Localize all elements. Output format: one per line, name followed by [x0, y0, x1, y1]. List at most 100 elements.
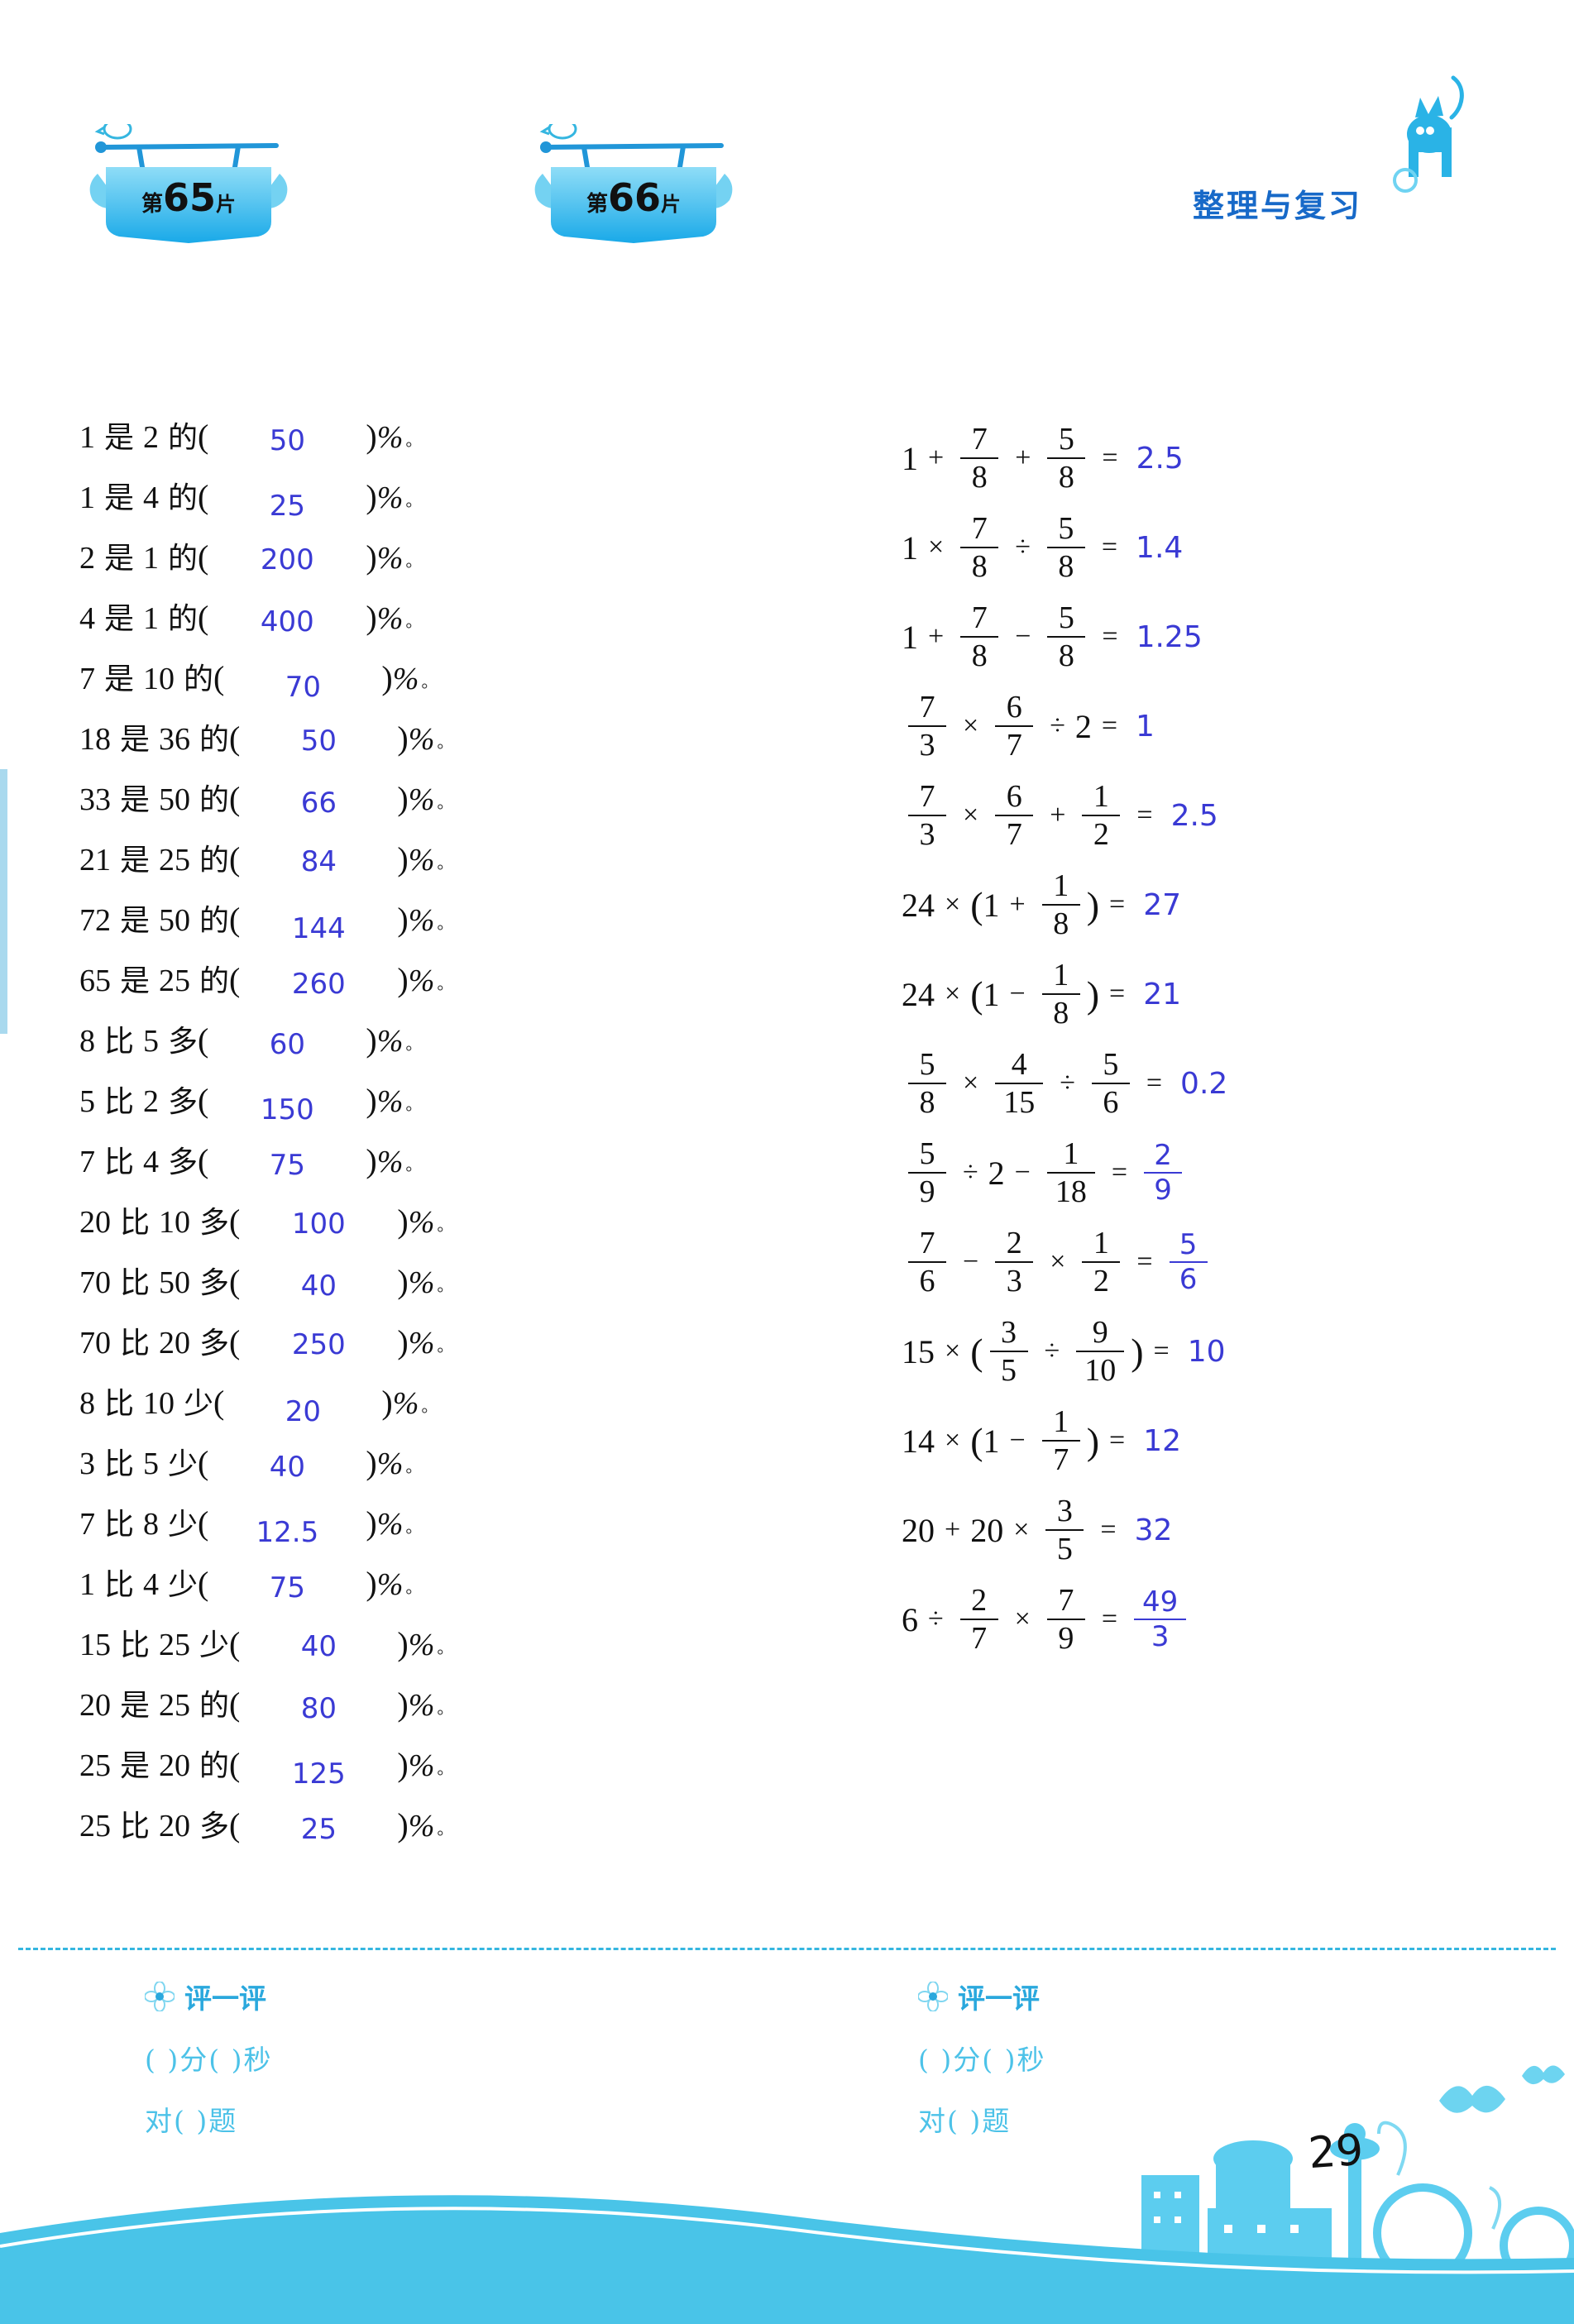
evaluation-title-row: 评一评: [918, 1977, 1045, 2016]
operator: −: [963, 1246, 979, 1277]
page-edge-mark: [0, 769, 7, 1034]
answer-value: 12.5: [256, 1516, 319, 1549]
denominator: 6: [1103, 1085, 1119, 1120]
close-paren: ): [397, 720, 409, 757]
comparison-word: 多: [168, 1145, 199, 1179]
answer-blank[interactable]: 75: [208, 1569, 366, 1604]
operator: −: [1009, 1425, 1026, 1456]
operand: 1: [902, 439, 918, 477]
answer-blank[interactable]: 75: [208, 1146, 366, 1182]
operator: ×: [1014, 1604, 1031, 1634]
answer-blank[interactable]: 25: [240, 1810, 397, 1846]
numerator: 49: [1142, 1585, 1179, 1619]
answer-value[interactable]: 27: [1143, 888, 1181, 922]
open-paren: (: [229, 1746, 241, 1783]
fraction-equation-row: 1 +7 8−5 8 = 1.25: [902, 592, 1530, 681]
operator: ×: [963, 800, 979, 830]
answer-blank[interactable]: 20: [224, 1388, 381, 1428]
answer-blank[interactable]: 400: [208, 603, 366, 638]
answer-blank[interactable]: 260: [240, 965, 397, 1001]
denominator: 9: [1154, 1174, 1172, 1207]
answer-value[interactable]: 1.4: [1136, 531, 1183, 565]
numerator: 5: [919, 1136, 935, 1171]
percent-question-row: 8 比 10 少(20)%。: [79, 1380, 691, 1440]
operator: ÷: [963, 1157, 978, 1188]
answer-blank[interactable]: 66: [240, 784, 397, 820]
answer-blank[interactable]: 125: [240, 1750, 397, 1791]
open-paren: (: [198, 538, 209, 576]
fraction-bar: [1047, 457, 1086, 459]
comparison-word: 多: [168, 1025, 199, 1059]
answer-blank[interactable]: 150: [208, 1086, 366, 1126]
answer-blank[interactable]: 12.5: [208, 1509, 366, 1549]
badge-label-65: 第65片: [81, 175, 296, 220]
answer-value[interactable]: 2.5: [1171, 799, 1218, 833]
open-paren: (: [198, 599, 209, 636]
answer-blank[interactable]: 100: [240, 1207, 397, 1241]
answer-value[interactable]: 0.2: [1180, 1067, 1227, 1101]
equals-sign: =: [1101, 532, 1118, 562]
percent-question-row: 3 比 5 少(40)%。: [79, 1440, 691, 1500]
answer-blank[interactable]: 250: [240, 1327, 397, 1361]
fraction: 58: [1047, 602, 1086, 672]
operand: 1: [983, 1422, 1000, 1460]
answer-blank[interactable]: 40: [240, 1629, 397, 1663]
fraction-bar: [995, 815, 1034, 816]
operand-b: 25: [159, 1688, 191, 1723]
answer-blank[interactable]: 40: [240, 1267, 397, 1303]
fraction-bar: [1047, 636, 1086, 638]
equals-sign: =: [1101, 710, 1118, 741]
paren: ): [1086, 883, 1100, 926]
fraction-bar: [1041, 1440, 1080, 1442]
answer-blank[interactable]: 70: [224, 663, 381, 704]
answer-blank[interactable]: 25: [208, 482, 366, 523]
answer-blank[interactable]: 49 3: [1127, 1585, 1193, 1651]
answer-blank[interactable]: 144: [240, 905, 397, 945]
answer-value[interactable]: 10: [1188, 1335, 1226, 1369]
open-paren: (: [198, 1565, 209, 1602]
answer-blank[interactable]: 50: [208, 422, 366, 457]
answer-blank[interactable]: 29: [1137, 1138, 1189, 1207]
answer-value[interactable]: 12: [1143, 1424, 1181, 1458]
numerator: 5: [1103, 1046, 1119, 1082]
comparison-word: 的: [184, 662, 214, 696]
denominator: 8: [1053, 906, 1069, 941]
percent-question-row: 72 是 50 的(144)%。: [79, 897, 691, 957]
denominator: 3: [1006, 1264, 1022, 1298]
close-paren: ): [381, 659, 393, 696]
percent-sign: %: [376, 1447, 404, 1481]
paren: (: [970, 883, 983, 926]
full-stop: 。: [437, 1760, 454, 1778]
answer-blank[interactable]: 80: [240, 1690, 397, 1725]
answer-blank[interactable]: 56: [1163, 1231, 1214, 1294]
fraction-bar: [908, 1261, 946, 1263]
answer-value[interactable]: 21: [1143, 978, 1181, 1011]
percent-question-row: 1 是 2 的(50)%。: [79, 414, 691, 474]
numerator: 2: [971, 1582, 988, 1618]
answer-value: 100: [291, 1207, 346, 1241]
answer-value[interactable]: 1.25: [1136, 620, 1203, 654]
numerator: 2: [1154, 1138, 1172, 1172]
operand-b: 4: [143, 1567, 160, 1602]
answer-blank[interactable]: 200: [208, 543, 366, 576]
answer-value[interactable]: 32: [1135, 1513, 1173, 1547]
answer-blank[interactable]: 60: [208, 1026, 366, 1061]
operator: ×: [963, 710, 979, 741]
answer-blank[interactable]: 84: [240, 844, 397, 878]
answer-value[interactable]: 1: [1136, 710, 1155, 744]
percent-question-row: 25 比 20 多(25)%。: [79, 1802, 691, 1863]
operand-a: 1: [79, 420, 95, 455]
equals-sign: =: [1153, 1336, 1170, 1366]
relation-word: 是: [120, 844, 151, 877]
equals-sign: =: [1109, 1425, 1126, 1456]
answer-value[interactable]: 2.5: [1136, 442, 1184, 476]
answer-value: 20: [285, 1395, 321, 1428]
answer-blank[interactable]: 40: [208, 1448, 366, 1484]
relation-word: 比: [104, 1085, 135, 1119]
operand: 20: [970, 1511, 1004, 1549]
answer-value: 400: [260, 605, 314, 638]
answer-value: 40: [269, 1451, 305, 1484]
answer-blank[interactable]: 50: [240, 724, 397, 758]
operand-a: 3: [79, 1447, 95, 1481]
fraction: 79: [1046, 1585, 1085, 1654]
